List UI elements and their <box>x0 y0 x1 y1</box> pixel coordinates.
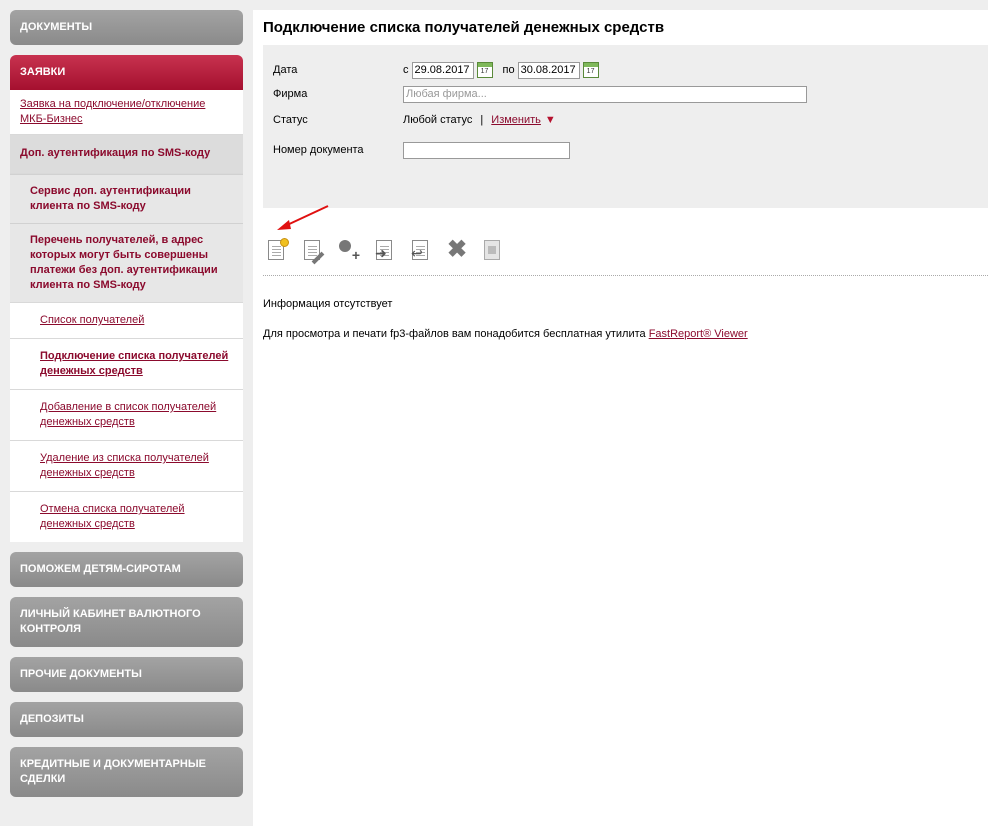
docnum-input[interactable] <box>403 141 570 159</box>
pdf-icon <box>484 240 500 260</box>
send-document-button[interactable]: ➜ <box>373 238 397 264</box>
filter-panel: Дата с 17 по 17 Фирма Статус Любой стату… <box>263 45 988 208</box>
sidebar-item-cancel-list[interactable]: Отмена списка получателей денежных средс… <box>10 491 243 542</box>
firm-input[interactable] <box>403 85 807 103</box>
sidebar: ДОКУМЕНТЫ ЗАЯВКИ Заявка на подключение/о… <box>10 10 243 807</box>
red-arrow-icon <box>277 205 329 230</box>
dropdown-triangle-icon[interactable]: ▼ <box>545 114 556 126</box>
sidebar-item-sms-auth[interactable]: Доп. аутентификация по SMS-коду <box>10 135 243 174</box>
sidebar-item-remove-recipients[interactable]: Удаление из списка получателей денежных … <box>10 440 243 491</box>
sidebar-item-connect-list[interactable]: Подключение списка получателей денежных … <box>10 338 243 389</box>
export-pdf-button[interactable] <box>481 238 505 264</box>
sidebar-section-deposits[interactable]: ДЕПОЗИТЫ <box>10 702 243 737</box>
page-title: Подключение списка получателей денежных … <box>263 19 665 36</box>
docnum-label: Номер документа <box>273 144 364 156</box>
new-document-button[interactable] <box>265 238 289 264</box>
sidebar-section-other-documents[interactable]: ПРОЧИЕ ДОКУМЕНТЫ <box>10 657 243 692</box>
date-to-input[interactable] <box>517 61 580 79</box>
viewer-note-text: Для просмотра и печати fp3-файлов вам по… <box>263 328 646 340</box>
sidebar-requests-menu: Заявка на подключение/отключение МКБ-Биз… <box>10 90 243 542</box>
status-value: Любой статус <box>403 114 473 126</box>
sidebar-item-add-recipients[interactable]: Добавление в список получателей денежных… <box>10 389 243 440</box>
sidebar-item-sms-service[interactable]: Сервис доп. аутентификации клиента по SM… <box>10 174 243 223</box>
sidebar-section-requests[interactable]: ЗАЯВКИ <box>10 55 243 90</box>
viewer-note: Для просмотра и печати fp3-файлов вам по… <box>263 328 748 340</box>
sign-badge-icon <box>339 240 351 252</box>
toolbar: + ➜ ↩ ✖ <box>265 238 505 265</box>
main-content: Подключение списка получателей денежных … <box>253 10 988 826</box>
sidebar-section-documents[interactable]: ДОКУМЕНТЫ <box>10 10 243 45</box>
status-label: Статус <box>273 114 308 126</box>
sidebar-section-orphans[interactable]: ПОМОЖЕМ ДЕТЯМ-СИРОТАМ <box>10 552 243 587</box>
date-to-prefix: по <box>502 64 515 76</box>
sidebar-item-recipients[interactable]: Список получателей <box>10 302 243 338</box>
sidebar-section-credit-deals[interactable]: КРЕДИТНЫЕ И ДОКУМЕНТАРНЫЕ СДЕЛКИ <box>10 747 243 797</box>
calendar-icon[interactable]: 17 <box>476 62 493 78</box>
date-label: Дата <box>273 64 298 76</box>
sign-document-button[interactable]: + <box>337 238 361 264</box>
status-change-link[interactable]: Изменить <box>491 114 541 126</box>
fastreport-viewer-link[interactable]: FastReport® Viewer <box>649 328 748 340</box>
sidebar-item-recipient-list[interactable]: Перечень получателей, в адрес которых мо… <box>10 223 243 302</box>
status-separator: | <box>480 114 484 126</box>
sidebar-section-currency-control[interactable]: ЛИЧНЫЙ КАБИНЕТ ВАЛЮТНОГО КОНТРОЛЯ <box>10 597 243 647</box>
info-empty-text: Информация отсутствует <box>263 298 393 310</box>
recall-document-button[interactable]: ↩ <box>409 238 433 264</box>
sidebar-item-mkb-business[interactable]: Заявка на подключение/отключение МКБ-Биз… <box>10 90 243 135</box>
date-from-input[interactable] <box>411 61 474 79</box>
delete-document-button[interactable]: ✖ <box>445 238 469 264</box>
divider <box>263 275 988 276</box>
firm-label: Фирма <box>273 88 308 100</box>
calendar-icon[interactable]: 17 <box>582 62 599 78</box>
edit-document-button[interactable] <box>301 238 325 265</box>
date-from-prefix: с <box>403 64 409 76</box>
delete-x-icon: ✖ <box>446 236 468 263</box>
